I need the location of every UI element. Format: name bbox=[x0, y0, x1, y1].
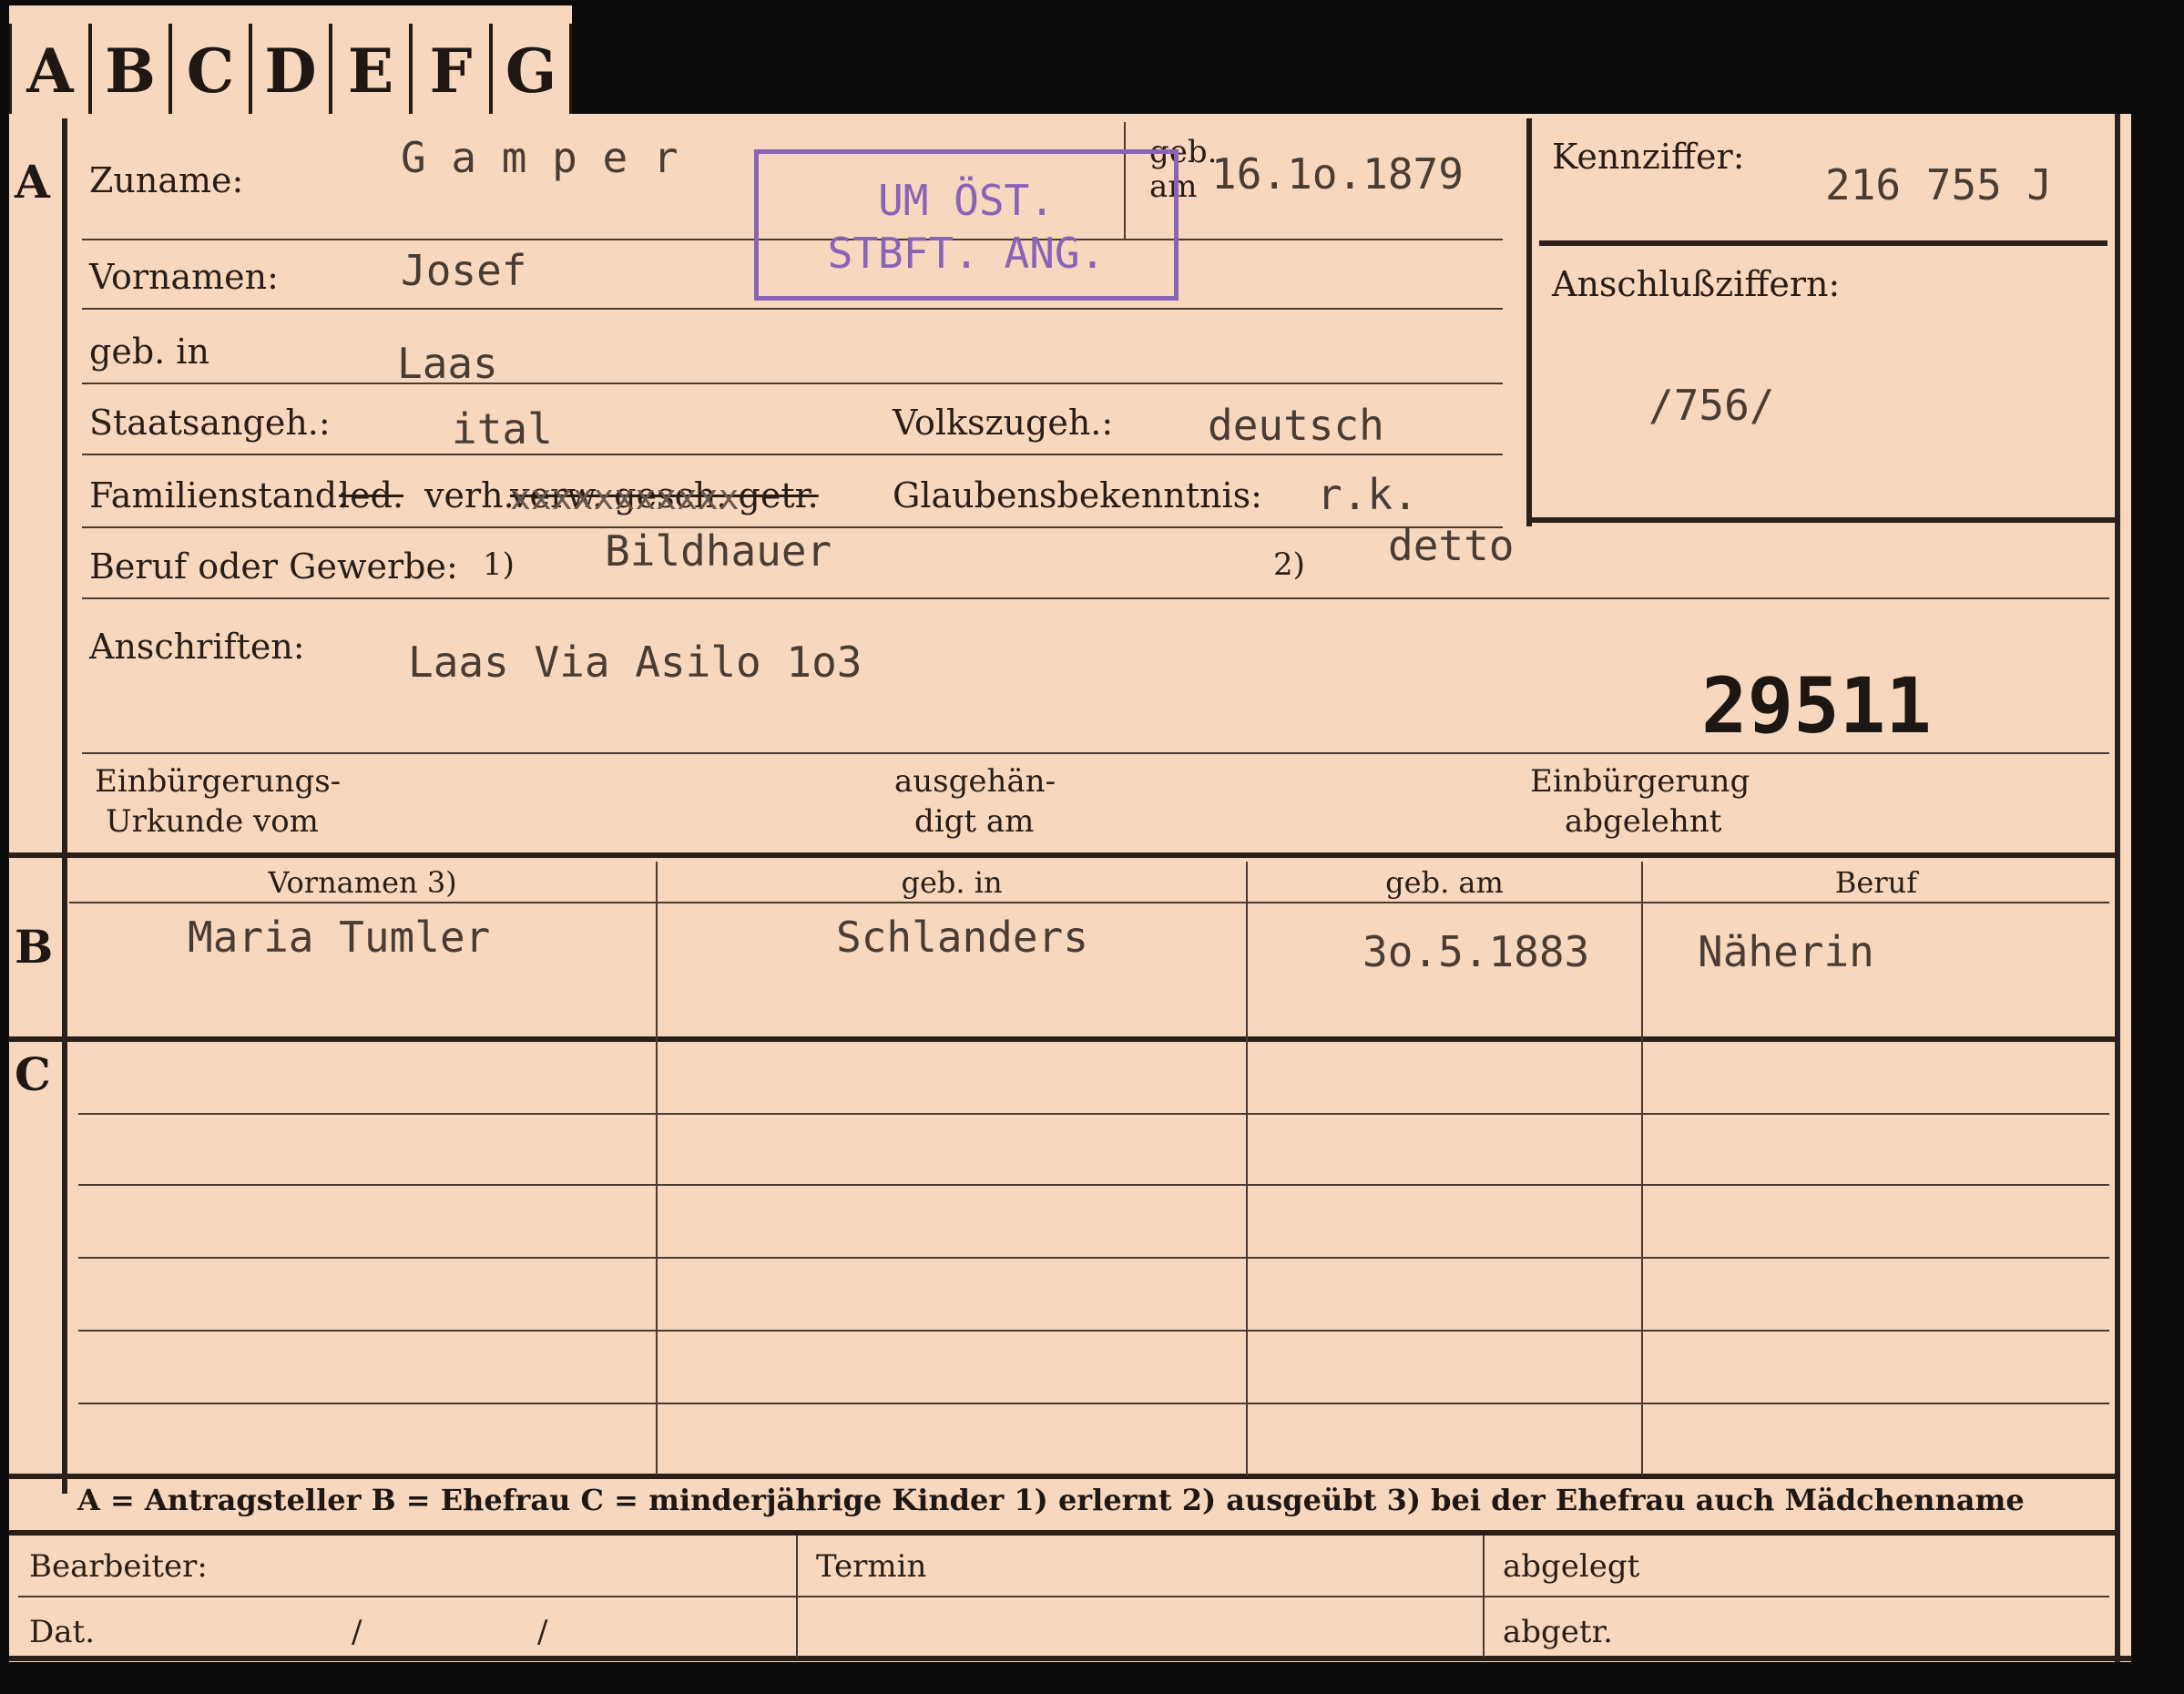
termin-label: Termin bbox=[816, 1548, 927, 1585]
children-row-rule bbox=[78, 1184, 2109, 1186]
geb-in-value: Laas bbox=[397, 339, 498, 388]
row-rule bbox=[82, 752, 2109, 754]
familienstand-overtype: xxxxxxxxxxx bbox=[510, 477, 740, 517]
beruf-note-1: 1) bbox=[483, 546, 515, 583]
date-slash-1: / bbox=[352, 1614, 362, 1650]
row-rule bbox=[82, 383, 1503, 384]
children-row-rule bbox=[78, 1257, 2109, 1259]
volkszugeh-value: deutsch bbox=[1208, 401, 1384, 450]
einbuergerungs-urkunde-label-2: Urkunde vom bbox=[106, 803, 319, 840]
section-letter-a: A bbox=[15, 155, 50, 209]
table-cell-geb-in: Schlanders bbox=[836, 913, 1088, 962]
vornamen-label: Vornamen: bbox=[89, 257, 279, 297]
kennziffer-value: 216 755 J bbox=[1825, 160, 2053, 209]
kennziffer-box-left bbox=[1526, 118, 1532, 526]
file-number: 29511 bbox=[1701, 661, 1932, 750]
stamp-line-1: UM ÖST. bbox=[878, 176, 1055, 225]
staatsangeh-value: ital bbox=[452, 404, 553, 454]
row-rule bbox=[82, 308, 1503, 310]
familienstand-value: verh. bbox=[424, 475, 515, 515]
tab-c: C bbox=[169, 24, 251, 118]
alphabet-tab-strip: A B C D E F G bbox=[9, 5, 572, 120]
footer-row-rule bbox=[18, 1596, 2109, 1597]
legend: A = Antragsteller B = Ehefrau C = minder… bbox=[77, 1483, 2025, 1517]
table-header-rule bbox=[69, 902, 2109, 903]
section-divider-b-c bbox=[9, 1036, 2118, 1042]
einbuergerung-abgelehnt-label-2: abgelehnt bbox=[1565, 803, 1722, 840]
stamp-line-2: STBFT. ANG. bbox=[827, 229, 1106, 278]
row-rule bbox=[82, 454, 1503, 455]
table-col-divider bbox=[1641, 862, 1643, 1475]
staatsangeh-label: Staatsangeh.: bbox=[89, 403, 331, 443]
card-bottom-rule bbox=[9, 1656, 2131, 1661]
einbuergerungs-urkunde-label-1: Einbürgerungs- bbox=[95, 763, 342, 800]
section-divider-a-b bbox=[9, 852, 2118, 858]
glaubens-label: Glaubensbekenntnis: bbox=[893, 475, 1262, 515]
children-row-rule bbox=[78, 1113, 2109, 1115]
zuname-label: Zuname: bbox=[89, 160, 244, 200]
beruf-ausgeuebt-value: detto bbox=[1388, 521, 1515, 570]
table-header-vornamen: Vornamen 3) bbox=[268, 865, 457, 900]
tab-f: F bbox=[410, 24, 492, 118]
einbuergerung-abgelehnt-label-1: Einbürgerung bbox=[1530, 763, 1750, 800]
beruf-note-2: 2) bbox=[1273, 546, 1305, 583]
row-rule bbox=[82, 597, 2109, 599]
violet-stamp: UM ÖST. STBFT. ANG. bbox=[754, 149, 1179, 301]
zuname-value: G a m p e r bbox=[401, 133, 679, 182]
table-cell-geb-am: 3o.5.1883 bbox=[1362, 927, 1590, 976]
table-header-geb-am: geb. am bbox=[1385, 865, 1504, 900]
glaubens-value: r.k. bbox=[1317, 470, 1418, 519]
right-edge-rule bbox=[2115, 114, 2120, 1662]
table-header-beruf: Beruf bbox=[1834, 865, 1918, 900]
section-divider-c-legend bbox=[9, 1474, 2118, 1479]
anschlussziffern-label: Anschlußziffern: bbox=[1552, 264, 1841, 304]
ausgehaendigt-label-1: ausgehän- bbox=[894, 763, 1056, 800]
section-letter-b: B bbox=[15, 920, 54, 974]
geb-am-value: 16.1o.1879 bbox=[1211, 149, 1464, 199]
beruf-label: Beruf oder Gewerbe: bbox=[89, 546, 458, 587]
kennziffer-box-rule bbox=[1539, 240, 2107, 246]
tab-d: D bbox=[250, 24, 332, 118]
geb-in-label: geb. in bbox=[89, 332, 209, 372]
anschriften-label: Anschriften: bbox=[89, 627, 305, 667]
familienstand-struck-led: led. bbox=[339, 475, 404, 515]
left-margin-rule bbox=[62, 118, 67, 1494]
table-cell-vornamen: Maria Tumler bbox=[188, 913, 491, 962]
dat-label: Dat. bbox=[29, 1614, 96, 1650]
tab-b: B bbox=[89, 24, 171, 118]
volkszugeh-label: Volkszugeh.: bbox=[893, 403, 1114, 443]
beruf-value: Bildhauer bbox=[605, 526, 832, 576]
table-col-divider bbox=[656, 862, 658, 1475]
date-slash-2: / bbox=[537, 1614, 548, 1650]
children-row-rule bbox=[78, 1403, 2109, 1404]
legend-divider bbox=[9, 1530, 2118, 1536]
bearbeiter-label: Bearbeiter: bbox=[29, 1548, 208, 1585]
table-header-geb-in: geb. in bbox=[901, 865, 1003, 900]
anschlussziffern-value: /756/ bbox=[1648, 381, 1775, 430]
kennziffer-label: Kennziffer: bbox=[1552, 137, 1745, 177]
vornamen-value: Josef bbox=[401, 246, 527, 295]
table-cell-beruf: Näherin bbox=[1698, 927, 1874, 976]
anschrift-value: Laas Via Asilo 1o3 bbox=[408, 638, 862, 687]
kennziffer-box-bottom bbox=[1526, 517, 2115, 523]
ausgehaendigt-label-2: digt am bbox=[914, 803, 1035, 840]
table-col-divider bbox=[1246, 862, 1248, 1475]
section-letter-c: C bbox=[15, 1047, 51, 1101]
children-row-rule bbox=[78, 1330, 2109, 1332]
familienstand-label: Familienstand: bbox=[89, 475, 349, 515]
abgelegt-label: abgelegt bbox=[1503, 1548, 1640, 1585]
tab-g: G bbox=[490, 24, 572, 118]
abgetr-label: abgetr. bbox=[1503, 1614, 1613, 1650]
tab-e: E bbox=[330, 24, 412, 118]
tab-a: A bbox=[9, 24, 91, 118]
